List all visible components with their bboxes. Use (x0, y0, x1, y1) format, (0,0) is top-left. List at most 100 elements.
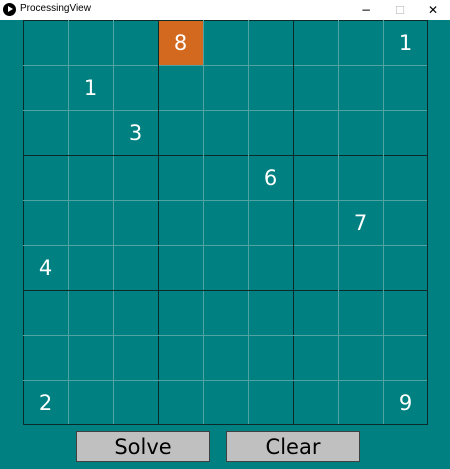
board-cell[interactable] (203, 20, 248, 65)
board-cell[interactable] (23, 155, 68, 200)
board-cell[interactable] (68, 290, 113, 335)
board-cell[interactable] (248, 110, 293, 155)
board-cell[interactable] (113, 245, 158, 290)
box-divider-vertical (293, 20, 294, 425)
board-cell[interactable] (113, 65, 158, 110)
board-cell[interactable] (158, 380, 203, 425)
board-cell[interactable] (158, 200, 203, 245)
board-cell[interactable] (113, 155, 158, 200)
board-cell[interactable] (203, 110, 248, 155)
grid-line-vertical (248, 20, 249, 425)
grid-line-horizontal (23, 335, 428, 336)
board-cell[interactable] (248, 65, 293, 110)
board-cell[interactable] (203, 245, 248, 290)
board-cell[interactable] (203, 65, 248, 110)
grid-line-horizontal (23, 200, 428, 201)
board-cell[interactable] (23, 290, 68, 335)
grid-line-vertical (68, 20, 69, 425)
maximize-button[interactable]: ☐ (383, 0, 417, 20)
board-cell[interactable] (338, 65, 383, 110)
board-cell[interactable] (248, 335, 293, 380)
grid-line-vertical (203, 20, 204, 425)
box-divider-horizontal (23, 290, 428, 291)
board-cell[interactable] (293, 380, 338, 425)
board-cell[interactable] (338, 20, 383, 65)
board-cell[interactable] (23, 20, 68, 65)
board-cell[interactable]: 4 (23, 245, 68, 290)
board-cell[interactable] (203, 155, 248, 200)
board-cell[interactable] (293, 155, 338, 200)
board-cell[interactable]: 2 (23, 380, 68, 425)
board-cell[interactable] (68, 110, 113, 155)
board-cell[interactable] (203, 200, 248, 245)
board-cell[interactable] (68, 245, 113, 290)
clear-button[interactable]: Clear (226, 431, 360, 462)
board-cell[interactable] (203, 290, 248, 335)
board-cell[interactable] (383, 110, 428, 155)
board-cell[interactable] (293, 65, 338, 110)
board-cell[interactable] (383, 155, 428, 200)
board-cell[interactable] (293, 245, 338, 290)
board-cell[interactable] (293, 290, 338, 335)
title-bar: ProcessingView − ☐ ✕ (0, 0, 450, 20)
board-cell[interactable] (248, 20, 293, 65)
board-cell[interactable]: 3 (113, 110, 158, 155)
board-cell[interactable] (203, 380, 248, 425)
board-cell[interactable]: 8 (158, 20, 203, 65)
board-cell[interactable] (68, 380, 113, 425)
board-cell[interactable] (383, 200, 428, 245)
board-cell[interactable] (338, 380, 383, 425)
board-cell[interactable] (68, 200, 113, 245)
grid-line-horizontal (23, 380, 428, 381)
board-cell[interactable] (158, 245, 203, 290)
board-cell[interactable] (338, 290, 383, 335)
app-icon (3, 3, 16, 16)
board-cell[interactable]: 9 (383, 380, 428, 425)
board-cell[interactable] (158, 110, 203, 155)
solve-button[interactable]: Solve (76, 431, 210, 462)
board-cell[interactable] (248, 200, 293, 245)
board-cell[interactable] (113, 20, 158, 65)
board-cell[interactable] (248, 290, 293, 335)
grid-line-horizontal (23, 110, 428, 111)
board-cell[interactable] (158, 155, 203, 200)
board-cell[interactable] (248, 380, 293, 425)
board-cell[interactable] (158, 335, 203, 380)
grid-line-vertical (383, 20, 384, 425)
board-cell[interactable] (383, 65, 428, 110)
board-cell[interactable]: 6 (248, 155, 293, 200)
board-cell[interactable] (113, 335, 158, 380)
board-cell[interactable]: 7 (338, 200, 383, 245)
board-cell[interactable]: 1 (383, 20, 428, 65)
grid-line-vertical (338, 20, 339, 425)
board-cell[interactable] (338, 110, 383, 155)
board-cell[interactable] (68, 335, 113, 380)
board-cell[interactable] (293, 110, 338, 155)
board-cell[interactable] (203, 335, 248, 380)
board-cell[interactable] (113, 290, 158, 335)
board-cell[interactable] (113, 200, 158, 245)
board-cell[interactable] (158, 65, 203, 110)
board-cell[interactable] (113, 380, 158, 425)
board-cell[interactable] (68, 155, 113, 200)
board-cell[interactable] (293, 20, 338, 65)
board-cell[interactable] (23, 200, 68, 245)
board-cell[interactable] (338, 335, 383, 380)
board-cell[interactable] (23, 335, 68, 380)
minimize-button[interactable]: − (349, 0, 383, 20)
board-cell[interactable] (23, 65, 68, 110)
board-cell[interactable] (293, 335, 338, 380)
board-cell[interactable] (383, 245, 428, 290)
close-button[interactable]: ✕ (416, 0, 450, 20)
board-cell[interactable] (338, 245, 383, 290)
board-cell[interactable] (68, 20, 113, 65)
board-cell[interactable] (338, 155, 383, 200)
board-cell[interactable] (23, 110, 68, 155)
board-cell[interactable] (248, 245, 293, 290)
board-cell[interactable]: 1 (68, 65, 113, 110)
board-cell[interactable] (293, 200, 338, 245)
board-cell[interactable] (383, 290, 428, 335)
board-cell[interactable] (383, 335, 428, 380)
board-cell[interactable] (158, 290, 203, 335)
box-divider-horizontal (23, 424, 428, 425)
